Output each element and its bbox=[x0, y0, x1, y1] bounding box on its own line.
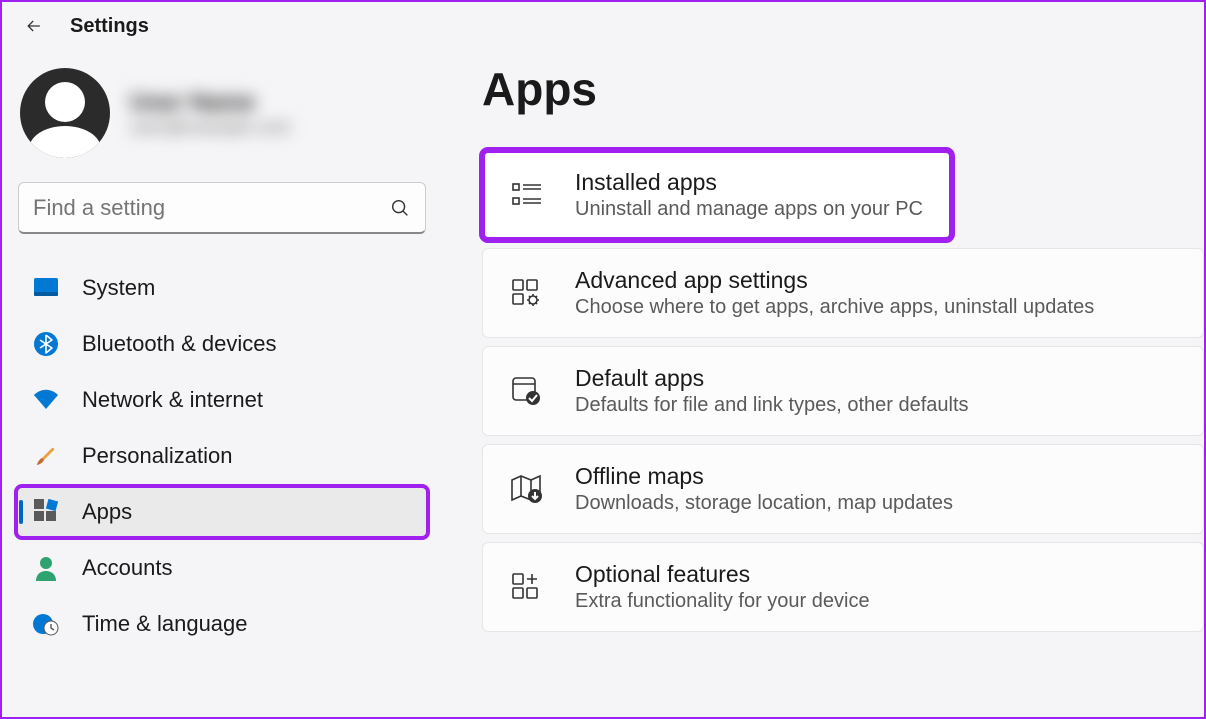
card-optional-features[interactable]: Optional features Extra functionality fo… bbox=[482, 542, 1204, 632]
card-title: Offline maps bbox=[575, 463, 953, 490]
nav-label: Network & internet bbox=[82, 387, 263, 413]
clock-globe-icon bbox=[32, 610, 60, 638]
card-advanced-app-settings[interactable]: Advanced app settings Choose where to ge… bbox=[482, 248, 1204, 338]
card-installed-apps[interactable]: Installed apps Uninstall and manage apps… bbox=[482, 150, 952, 240]
advanced-settings-icon bbox=[509, 275, 545, 311]
card-title: Advanced app settings bbox=[575, 267, 1094, 294]
nav: System Bluetooth & devices Network & int… bbox=[16, 262, 428, 650]
installed-apps-icon bbox=[509, 177, 545, 213]
profile-email: user@example.com bbox=[130, 117, 290, 138]
profile-block[interactable]: User Name user@example.com bbox=[16, 58, 428, 182]
nav-label: Personalization bbox=[82, 443, 232, 469]
sidebar-item-network[interactable]: Network & internet bbox=[16, 374, 428, 426]
search-icon bbox=[389, 197, 411, 219]
sidebar-item-bluetooth[interactable]: Bluetooth & devices bbox=[16, 318, 428, 370]
person-icon bbox=[32, 554, 60, 582]
sidebar-item-time-language[interactable]: Time & language bbox=[16, 598, 428, 650]
card-desc: Downloads, storage location, map updates bbox=[575, 492, 953, 515]
arrow-left-icon bbox=[24, 16, 44, 36]
window-title: Settings bbox=[70, 15, 149, 38]
sidebar-item-personalization[interactable]: Personalization bbox=[16, 430, 428, 482]
sidebar: User Name user@example.com System bbox=[2, 46, 442, 717]
avatar bbox=[20, 68, 110, 158]
wifi-icon bbox=[32, 386, 60, 414]
nav-label: Time & language bbox=[82, 611, 248, 637]
card-title: Optional features bbox=[575, 561, 870, 588]
profile-name: User Name bbox=[130, 89, 290, 117]
card-offline-maps[interactable]: Offline maps Downloads, storage location… bbox=[482, 444, 1204, 534]
card-title: Default apps bbox=[575, 365, 969, 392]
nav-label: Bluetooth & devices bbox=[82, 331, 276, 357]
brush-icon bbox=[32, 442, 60, 470]
back-button[interactable] bbox=[22, 14, 46, 38]
nav-label: Apps bbox=[82, 499, 132, 525]
default-apps-icon bbox=[509, 373, 545, 409]
nav-label: System bbox=[82, 275, 155, 301]
optional-features-icon bbox=[509, 569, 545, 605]
card-title: Installed apps bbox=[575, 169, 923, 196]
sidebar-item-system[interactable]: System bbox=[16, 262, 428, 314]
nav-label: Accounts bbox=[82, 555, 173, 581]
search-input[interactable] bbox=[33, 195, 389, 221]
card-desc: Choose where to get apps, archive apps, … bbox=[575, 296, 1094, 319]
card-desc: Defaults for file and link types, other … bbox=[575, 394, 969, 417]
search-box[interactable] bbox=[18, 182, 426, 234]
card-default-apps[interactable]: Default apps Defaults for file and link … bbox=[482, 346, 1204, 436]
main-panel: Apps Installed apps Uninstall and manage… bbox=[442, 46, 1204, 717]
map-icon bbox=[509, 471, 545, 507]
card-desc: Uninstall and manage apps on your PC bbox=[575, 198, 923, 221]
page-title: Apps bbox=[482, 62, 1204, 116]
sidebar-item-accounts[interactable]: Accounts bbox=[16, 542, 428, 594]
apps-icon bbox=[32, 498, 60, 526]
bluetooth-icon bbox=[32, 330, 60, 358]
titlebar: Settings bbox=[2, 2, 1204, 46]
cards-list: Installed apps Uninstall and manage apps… bbox=[482, 150, 1204, 632]
sidebar-item-apps[interactable]: Apps bbox=[16, 486, 428, 538]
system-icon bbox=[32, 274, 60, 302]
card-desc: Extra functionality for your device bbox=[575, 590, 870, 613]
profile-text: User Name user@example.com bbox=[130, 89, 290, 138]
